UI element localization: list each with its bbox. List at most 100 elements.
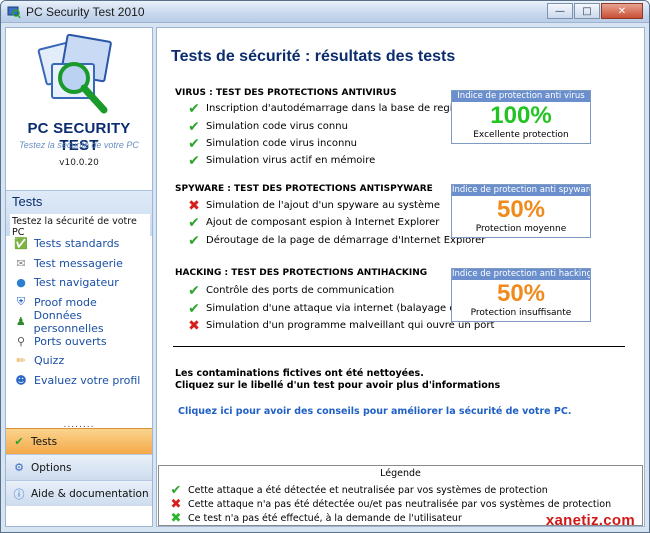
info-icon: ⓘ [13, 487, 25, 501]
maximize-icon: □ [582, 5, 592, 17]
sidebar: PC SECURITY TEST Testez la sécurité de v… [5, 27, 153, 527]
index-value: 100% [490, 102, 552, 129]
tab-label: Aide & documentation [31, 487, 149, 500]
advice-link[interactable]: Cliquez ici pour avoir des conseils pour… [178, 406, 571, 417]
legend-label: Ce test n'a pas été effectué, à la deman… [188, 512, 462, 524]
test-row[interactable]: ✔ Déroutage de la page de démarrage d'In… [187, 232, 485, 249]
sidebar-item-donnees-personnelles[interactable]: ♟ Données personnelles [6, 309, 152, 335]
test-label[interactable]: Simulation virus actif en mémoire [206, 155, 375, 166]
section-title: Tests [12, 194, 43, 209]
section-header: Tests Testez la sécurité de votre PC [6, 190, 152, 240]
logo-image [37, 34, 112, 114]
app-window: PC Security Test 2010 — □ ✕ PC SECURITY … [0, 0, 650, 533]
group-title-spyware: SPYWARE : TEST DES PROTECTIONS ANTISPYWA… [175, 184, 433, 194]
test-label[interactable]: Déroutage de la page de démarrage d'Inte… [206, 235, 485, 246]
index-header: Indice de protection anti virus [452, 91, 590, 102]
app-icon [7, 5, 21, 19]
protection-index-hacking: Indice de protection anti hacking 50% Pr… [451, 268, 591, 322]
gear-icon: ⚙ [14, 461, 24, 474]
test-row[interactable]: ✔ Simulation code virus inconnu [187, 135, 357, 152]
maximize-button[interactable]: □ [574, 3, 600, 19]
test-label[interactable]: Simulation code virus connu [206, 121, 348, 132]
legend-title: Légende [380, 468, 421, 479]
close-button[interactable]: ✕ [601, 3, 643, 19]
test-label[interactable]: Contrôle des ports de communication [206, 285, 394, 296]
close-icon: ✕ [617, 5, 627, 17]
group-title-hacking: HACKING : TEST DES PROTECTIONS ANTIHACKI… [175, 268, 428, 278]
sidebar-item-label: Evaluez votre profil [34, 373, 141, 387]
test-label[interactable]: Inscription d'autodémarrage dans la base… [206, 103, 477, 114]
protection-index-spyware: Indice de protection anti spyware 50% Pr… [451, 184, 591, 238]
check-icon: ✔ [170, 482, 182, 498]
check-icon: ✔ [188, 282, 200, 299]
version-label: v10.0.20 [59, 158, 99, 168]
window-controls: — □ ✕ [547, 3, 643, 19]
tab-label: Tests [31, 435, 58, 448]
title-bar: PC Security Test 2010 — □ ✕ [1, 1, 649, 23]
globe-icon: ● [16, 276, 26, 290]
divider [173, 346, 625, 347]
test-row[interactable]: ✔ Inscription d'autodémarrage dans la ba… [187, 100, 477, 117]
test-row[interactable]: ✔ Contrôle des ports de communication [187, 282, 394, 299]
page-title: Tests de sécurité : résultats des tests [171, 48, 456, 65]
logo-area: PC SECURITY TEST Testez la sécurité de v… [6, 28, 152, 188]
users-icon: ♟ [15, 315, 26, 329]
check-icon: ✔ [188, 100, 200, 117]
shield-icon: ⛨ [16, 295, 26, 309]
index-label: Protection insuffisante [470, 308, 572, 318]
test-label[interactable]: Ajout de composant espion à Internet Exp… [206, 217, 439, 228]
envelope-icon: ✉ [16, 256, 26, 270]
bottom-tabs: ✔ Tests ⚙ Options ⓘ Aide & documentation [6, 428, 152, 506]
test-row[interactable]: ✔ Ajout de composant espion à Internet E… [187, 214, 439, 231]
legend-row: ✖ Ce test n'a pas été effectué, à la dem… [169, 511, 462, 525]
sidebar-item-label: Tests standards [34, 237, 120, 251]
info-cleaned: Les contaminations fictives ont été nett… [175, 368, 424, 379]
index-label: Protection moyenne [475, 224, 567, 234]
test-row[interactable]: ✔ Simulation code virus connu [187, 118, 348, 135]
test-label[interactable]: Simulation de l'ajout d'un spyware au sy… [206, 200, 440, 211]
cross-icon: ✖ [170, 496, 182, 512]
test-row[interactable]: ✔ Simulation virus actif en mémoire [187, 152, 375, 169]
protection-index-virus: Indice de protection anti virus 100% Exc… [451, 90, 591, 144]
minimize-icon: — [555, 5, 565, 17]
check-list-icon: ✅ [14, 237, 28, 251]
index-header: Indice de protection anti spyware [452, 185, 590, 196]
green-cross-icon: ✖ [170, 510, 182, 526]
check-icon: ✔ [14, 435, 24, 448]
index-label: Excellente protection [473, 130, 569, 140]
test-row[interactable]: ✔ Simulation d'une attaque via internet … [187, 300, 489, 317]
cross-icon: ✖ [188, 197, 200, 214]
tab-tests[interactable]: ✔ Tests [6, 428, 152, 454]
sidebar-item-label: Test navigateur [34, 276, 119, 290]
check-icon: ✔ [188, 214, 200, 231]
test-row[interactable]: ✖ Simulation de l'ajout d'un spyware au … [187, 197, 440, 214]
check-icon: ✔ [188, 300, 200, 317]
sidebar-item-tests-standards[interactable]: ✅ Tests standards [6, 234, 152, 254]
sidebar-item-quizz[interactable]: ✏ Quizz [6, 351, 152, 371]
test-label[interactable]: Simulation d'une attaque via internet (b… [206, 303, 489, 314]
sidebar-item-test-messagerie[interactable]: ✉ Test messagerie [6, 254, 152, 274]
legend-label: Cette attaque a été détectée et neutrali… [188, 484, 548, 496]
tab-aide[interactable]: ⓘ Aide & documentation [6, 480, 152, 506]
sidebar-nav: ✅ Tests standards ✉ Test messagerie ● Te… [6, 234, 152, 390]
tab-label: Options [31, 461, 72, 474]
index-value: 50% [496, 280, 546, 307]
main-panel: Tests de sécurité : résultats des tests … [156, 27, 645, 527]
sidebar-item-label: Ports ouverts [34, 334, 107, 348]
check-icon: ✔ [188, 135, 200, 152]
profile-icon: ☻ [15, 373, 27, 387]
check-icon: ✔ [188, 118, 200, 135]
minimize-button[interactable]: — [547, 3, 573, 19]
test-row[interactable]: ✖ Simulation d'un programme malveillant … [187, 317, 494, 334]
sidebar-item-test-navigateur[interactable]: ● Test navigateur [6, 273, 152, 293]
group-title-virus: VIRUS : TEST DES PROTECTIONS ANTIVIRUS [175, 88, 397, 98]
magnifier-icon: ⚲ [16, 334, 26, 348]
watermark: xanetiz.com [545, 512, 635, 529]
sidebar-item-evaluez-profil[interactable]: ☻ Evaluez votre profil [6, 371, 152, 391]
tab-options[interactable]: ⚙ Options [6, 454, 152, 480]
index-header: Indice de protection anti hacking [452, 269, 590, 280]
sidebar-item-label: Test messagerie [34, 256, 123, 270]
sidebar-item-label: Proof mode [34, 295, 97, 309]
cross-icon: ✖ [188, 317, 200, 334]
test-label[interactable]: Simulation code virus inconnu [206, 138, 357, 149]
